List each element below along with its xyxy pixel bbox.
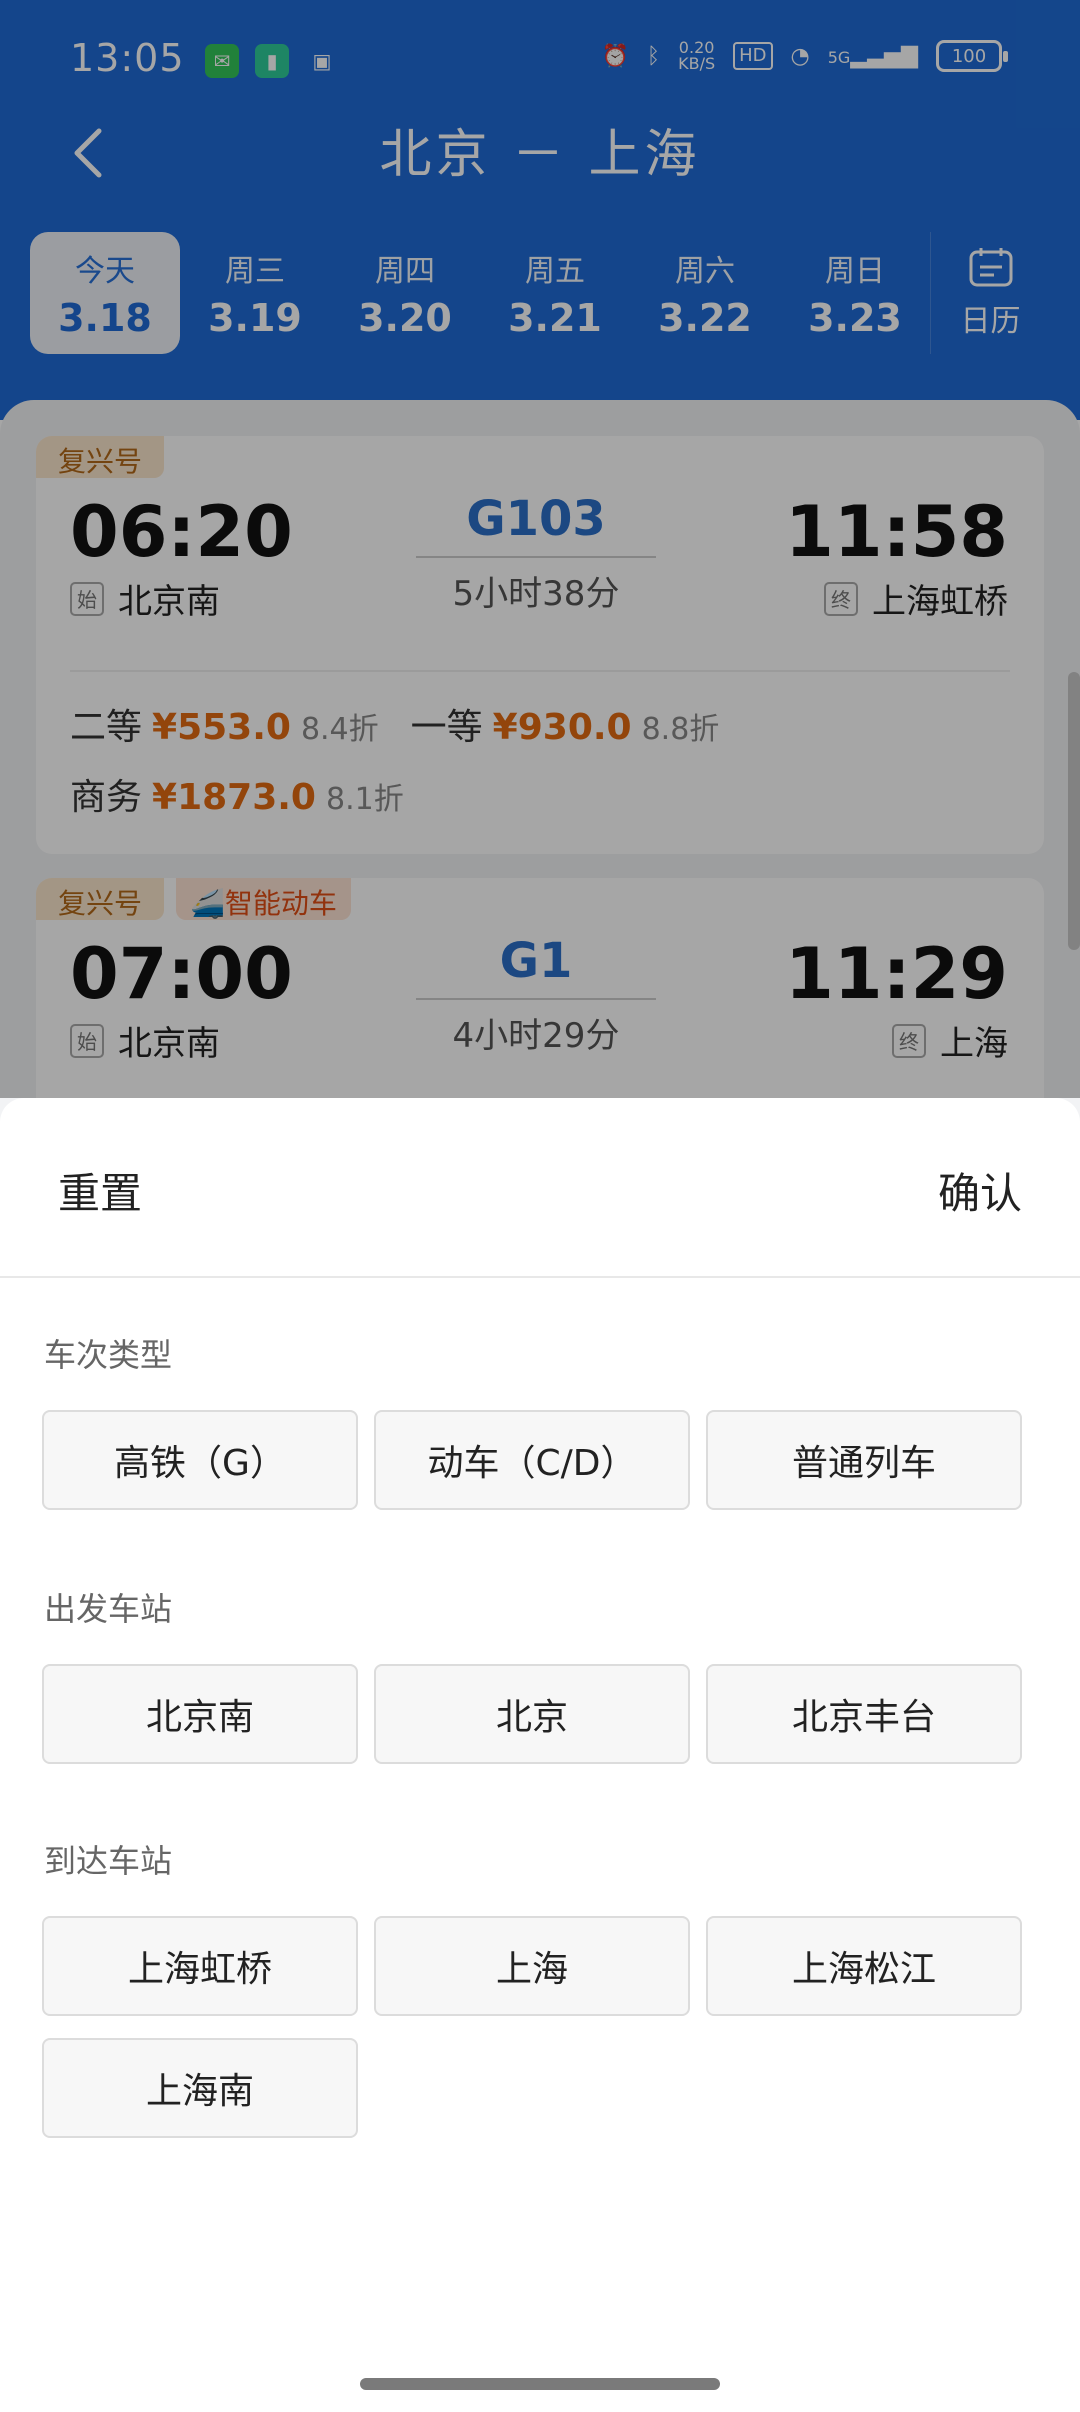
train-type-title: 车次类型 [44, 1336, 173, 1374]
train-type-options: 高铁（G） 动车（C/D） 普通列车 [42, 1410, 1042, 1510]
option-shanghainan[interactable]: 上海南 [42, 2038, 358, 2138]
filter-sheet: 重置 确认 车次类型 高铁（G） 动车（C/D） 普通列车 出发车站 北京南 北… [0, 1098, 1080, 2412]
sheet-header: 重置 确认 [0, 1098, 1080, 1278]
reset-button[interactable]: 重置 [58, 1160, 142, 1221]
home-indicator[interactable] [360, 2378, 720, 2390]
option-dongche[interactable]: 动车（C/D） [374, 1410, 690, 1510]
option-shanghai[interactable]: 上海 [374, 1916, 690, 2016]
confirm-button[interactable]: 确认 [938, 1160, 1022, 1221]
option-beijingnan[interactable]: 北京南 [42, 1664, 358, 1764]
option-beijingfengtai[interactable]: 北京丰台 [706, 1664, 1022, 1764]
departure-station-title: 出发车站 [44, 1590, 173, 1628]
arrival-station-options: 上海虹桥 上海 上海松江 上海南 [42, 1916, 1042, 2138]
modal-overlay[interactable] [0, 0, 1080, 1098]
departure-station-options: 北京南 北京 北京丰台 [42, 1664, 1042, 1764]
option-shanghaisongjiang[interactable]: 上海松江 [706, 1916, 1022, 2016]
option-shanghaihongqiao[interactable]: 上海虹桥 [42, 1916, 358, 2016]
option-gaotie[interactable]: 高铁（G） [42, 1410, 358, 1510]
option-beijing[interactable]: 北京 [374, 1664, 690, 1764]
arrival-station-title: 到达车站 [44, 1842, 173, 1880]
option-regular-train[interactable]: 普通列车 [706, 1410, 1022, 1510]
